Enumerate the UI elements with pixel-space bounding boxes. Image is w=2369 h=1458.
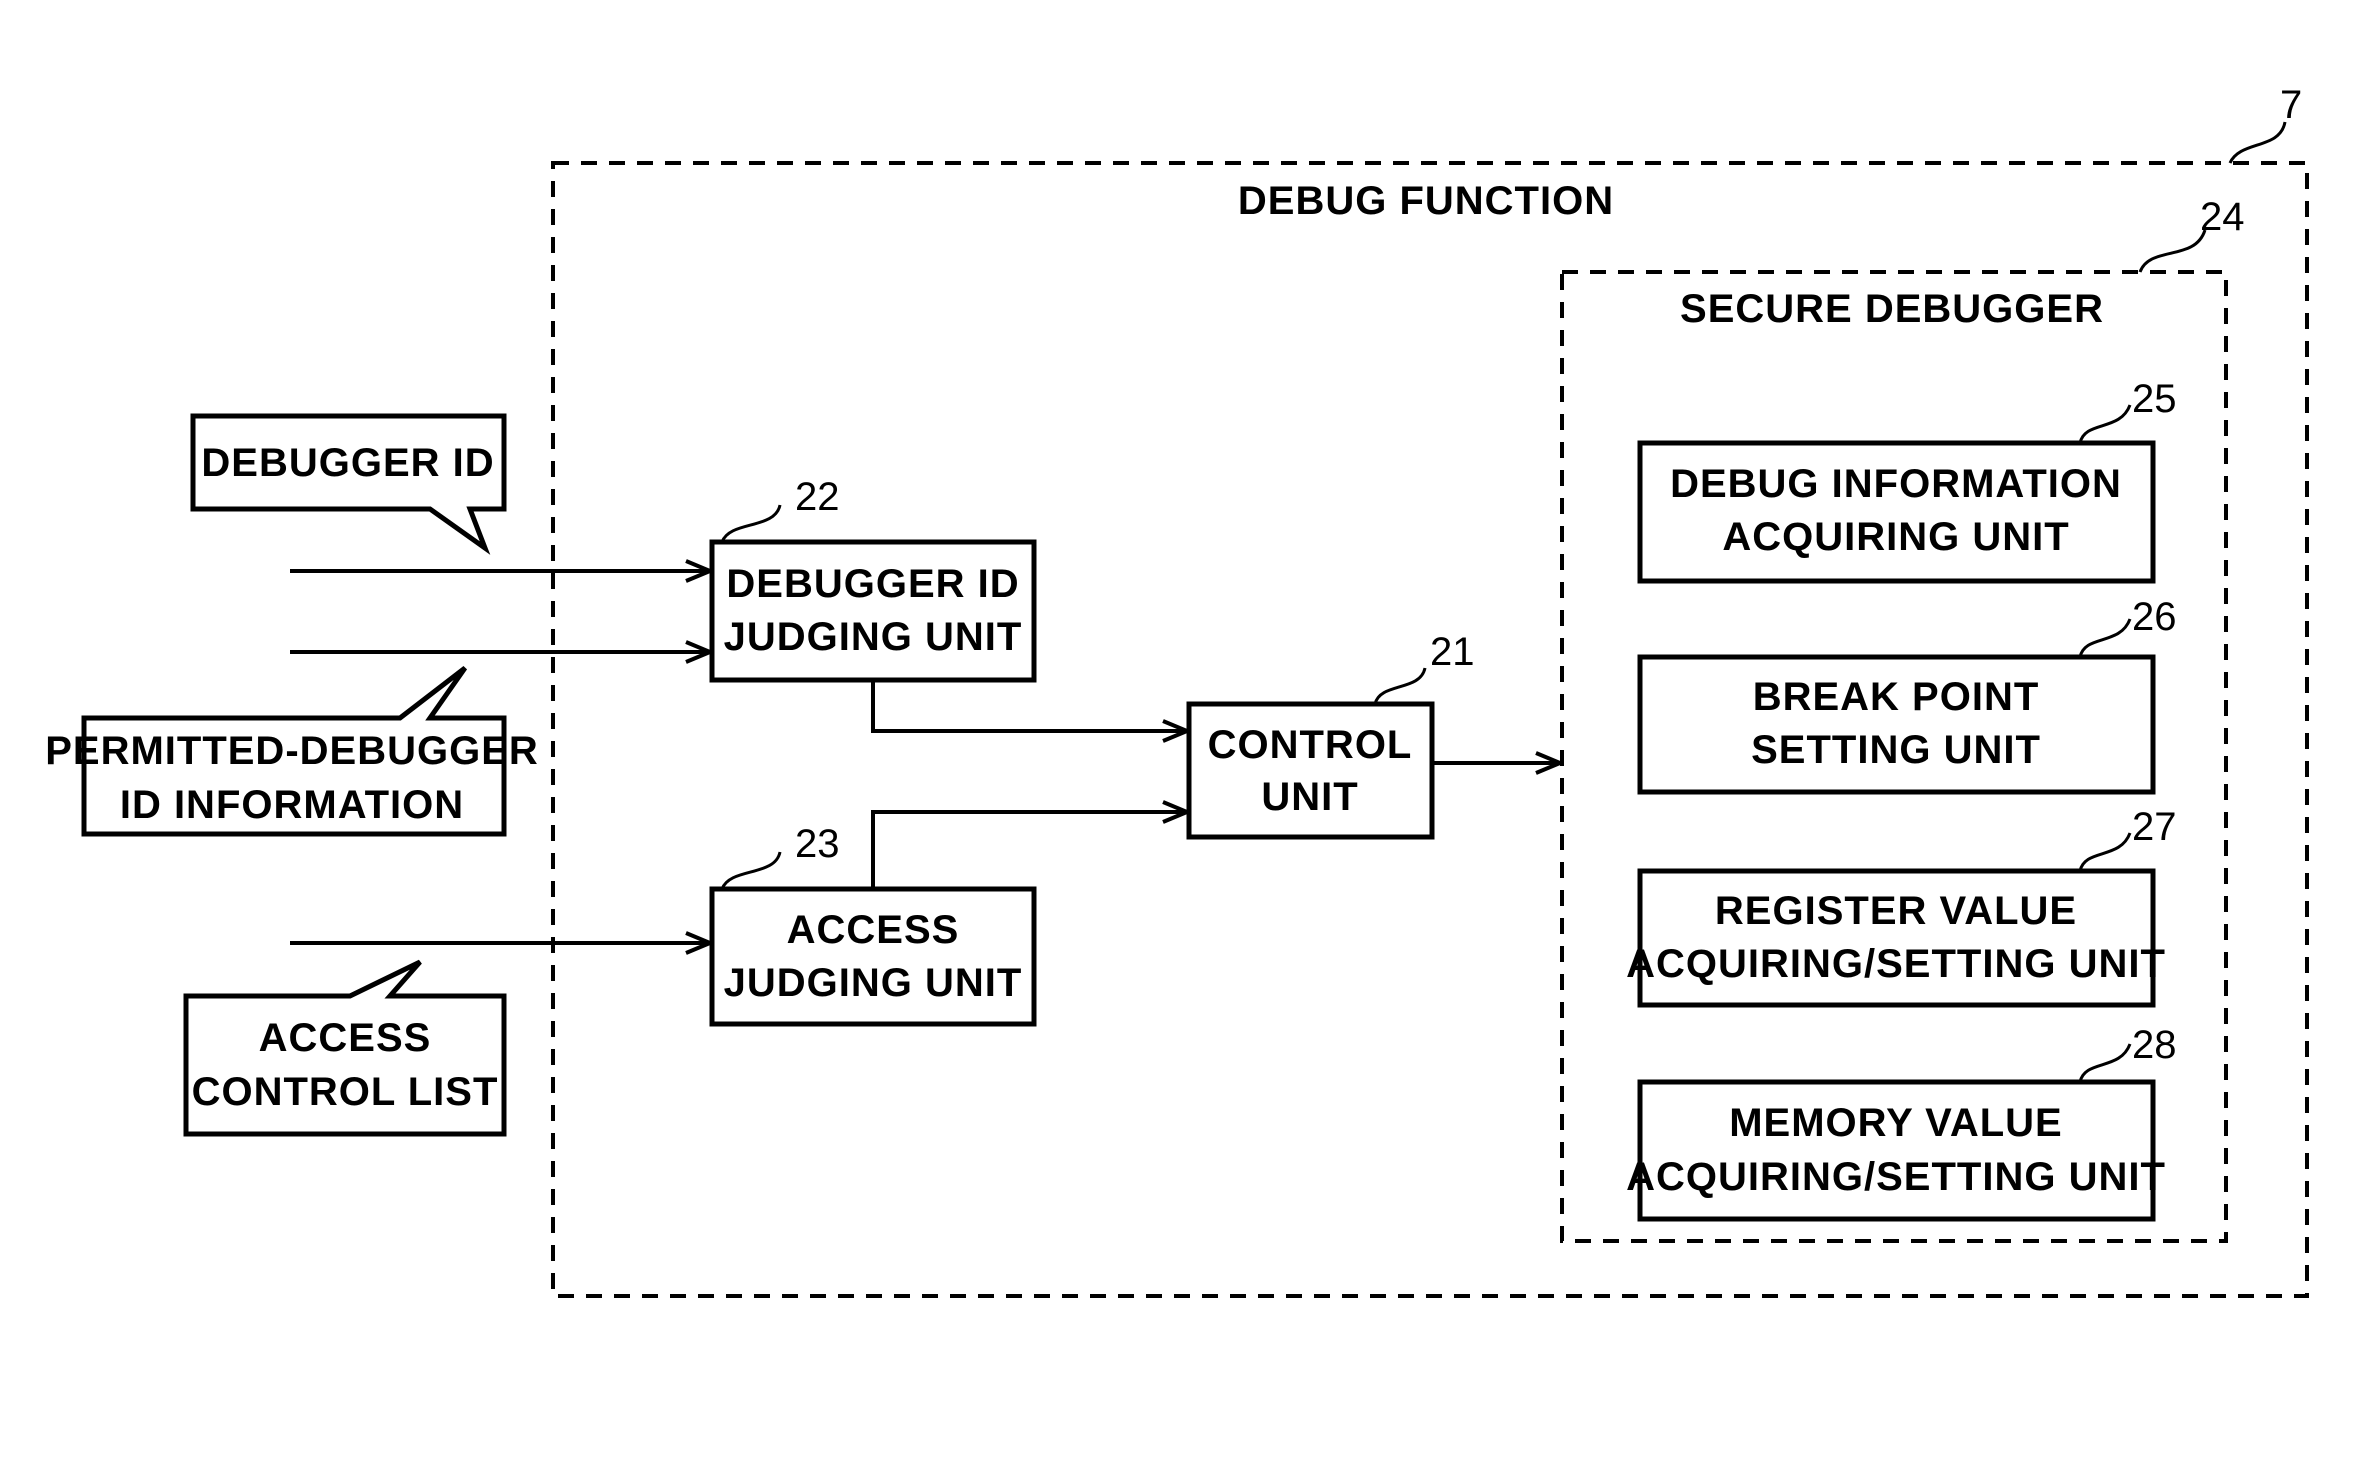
callout-access-control-list: ACCESS CONTROL LIST: [183, 959, 507, 1137]
ref-number: 22: [795, 475, 840, 519]
callout-label: DEBUGGER ID: [201, 441, 494, 485]
callout-debugger-id: DEBUGGER ID: [190, 413, 507, 555]
unit-label-line1: CONTROL: [1208, 723, 1413, 767]
unit-label-line1: MEMORY VALUE: [1729, 1101, 2063, 1145]
unit-label-line1: DEBUG INFORMATION: [1670, 462, 2122, 506]
callout-label-line1: PERMITTED-DEBUGGER: [45, 729, 539, 773]
unit-label-line2: ACQUIRING UNIT: [1722, 515, 2069, 559]
unit-label-line2: JUDGING UNIT: [724, 961, 1023, 1005]
unit-register-value-acquiring-setting: REGISTER VALUE ACQUIRING/SETTING UNIT 27: [1626, 805, 2177, 1008]
callout-label-line2: CONTROL LIST: [192, 1070, 499, 1114]
unit-label-line2: ACQUIRING/SETTING UNIT: [1626, 1155, 2166, 1199]
unit-memory-value-acquiring-setting: MEMORY VALUE ACQUIRING/SETTING UNIT 28: [1626, 1023, 2177, 1222]
callout-label-line1: ACCESS: [259, 1016, 432, 1060]
unit-label-line1: DEBUGGER ID: [726, 562, 1019, 606]
ref-number: 24: [2200, 195, 2245, 239]
ref-leader: [2078, 618, 2132, 658]
unit-label-line2: ACQUIRING/SETTING UNIT: [1626, 942, 2166, 986]
ref-leader: [720, 851, 782, 890]
ref-number: 27: [2132, 805, 2177, 849]
unit-label-line1: ACCESS: [787, 908, 960, 952]
ref-number: 23: [795, 822, 840, 866]
unit-label-line2: UNIT: [1261, 775, 1358, 819]
ref-leader: [720, 504, 782, 543]
callout-permitted-debugger-id-information: PERMITTED-DEBUGGER ID INFORMATION: [45, 666, 539, 837]
ref-leader: [2078, 404, 2132, 444]
unit-label-line2: SETTING UNIT: [1751, 728, 2041, 772]
unit-label-line2: JUDGING UNIT: [724, 615, 1023, 659]
control-unit: CONTROL UNIT 21: [1186, 630, 1475, 840]
ref-leader: [2138, 229, 2207, 273]
unit-label-line1: REGISTER VALUE: [1715, 889, 2077, 933]
ref-leader: [1373, 667, 1427, 705]
ref-leader: [2078, 1043, 2132, 1083]
ref-leader: [2228, 121, 2287, 164]
ref-number: 25: [2132, 377, 2177, 421]
arrow-access-judge-to-control: [871, 812, 1187, 889]
ref-number: 21: [1430, 630, 1475, 674]
unit-debug-information-acquiring: DEBUG INFORMATION ACQUIRING UNIT 25: [1637, 377, 2177, 584]
unit-break-point-setting: BREAK POINT SETTING UNIT 26: [1637, 595, 2177, 795]
debug-function-title: DEBUG FUNCTION: [1238, 179, 1614, 223]
secure-debugger-title: SECURE DEBUGGER: [1680, 287, 2104, 331]
block-diagram: DEBUG FUNCTION 7 SECURE DEBUGGER 24 DEBU…: [45, 83, 2309, 1298]
arrow-debugger-judge-to-control: [871, 680, 1187, 731]
callout-label-line2: ID INFORMATION: [120, 783, 464, 827]
ref-leader: [2078, 832, 2132, 872]
debugger-id-judging-unit: DEBUGGER ID JUDGING UNIT 22: [709, 475, 1037, 683]
ref-number: 26: [2132, 595, 2177, 639]
unit-label-line1: BREAK POINT: [1753, 675, 2040, 719]
ref-number: 28: [2132, 1023, 2177, 1067]
ref-number: 7: [2280, 83, 2302, 127]
